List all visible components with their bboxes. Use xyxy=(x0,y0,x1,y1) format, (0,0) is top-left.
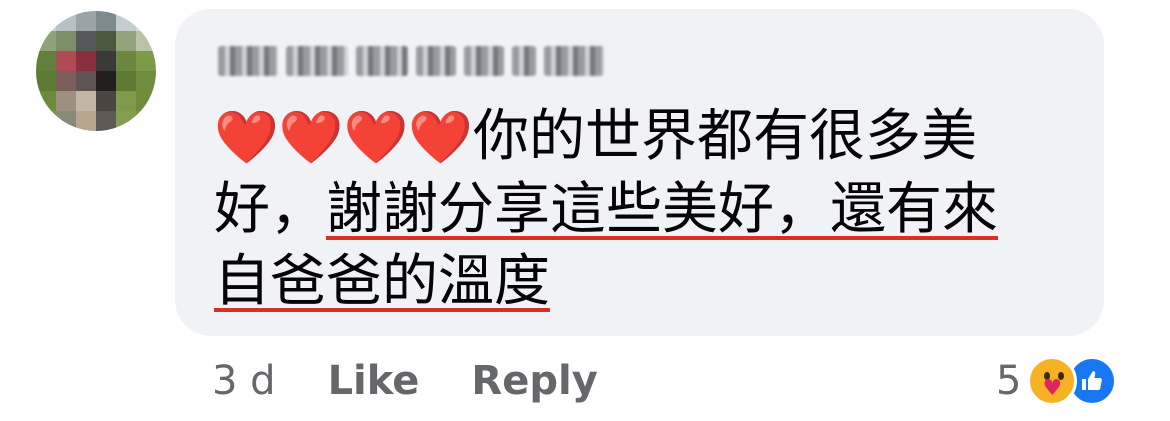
heart-emojis: ❤️❤️❤️❤️ xyxy=(214,108,473,168)
timestamp[interactable]: 3 d xyxy=(212,358,276,404)
reply-button[interactable]: Reply xyxy=(471,358,597,404)
comment-line-3-underlined: 自爸爸的溫度 xyxy=(214,249,550,314)
reaction-count[interactable]: 5 xyxy=(996,358,1021,404)
care-reaction-icon: ♥ xyxy=(1027,356,1078,406)
comment-actions: 3 d Like Reply xyxy=(212,358,598,404)
author-name-blurred[interactable] xyxy=(218,44,604,78)
comment-line-2-start: 好， xyxy=(214,177,326,242)
reactions-summary[interactable]: 5 ♥ xyxy=(996,356,1118,406)
avatar[interactable] xyxy=(36,11,156,131)
comment-line-2-underlined: 謝謝分享這些美好，還有來 xyxy=(326,177,998,242)
like-button[interactable]: Like xyxy=(328,358,420,404)
comment-text: ❤️❤️❤️❤️你的世界都有很多美 好，謝謝分享這些美好，還有來 自爸爸的溫度 xyxy=(214,101,1094,318)
comment-line-1: 你的世界都有很多美 xyxy=(472,104,977,169)
